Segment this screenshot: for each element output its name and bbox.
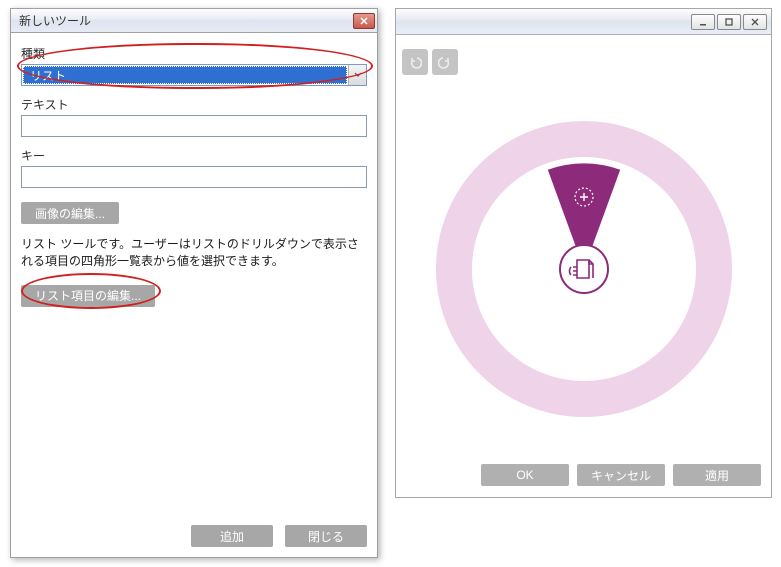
redo-icon (438, 55, 452, 69)
maximize-button[interactable] (717, 14, 741, 30)
dialog-close-button[interactable] (353, 13, 375, 29)
type-select-arrow[interactable] (348, 65, 366, 85)
tool-description: リスト ツールです。ユーザーはリストのドリルダウンで表示される項目の四角形一覧表… (21, 236, 367, 271)
preview-toolbar (402, 49, 458, 75)
chevron-down-icon (354, 72, 362, 78)
edit-image-button[interactable]: 画像の編集... (21, 202, 119, 224)
new-tool-dialog: 新しいツール 種類 リスト テキスト キー 画像の編集... リスト ツールです… (10, 8, 378, 558)
edit-list-items-button[interactable]: リスト項目の編集... (21, 285, 155, 307)
dialog-title: 新しいツール (19, 12, 353, 29)
cancel-button[interactable]: キャンセル (577, 464, 665, 486)
dialog-body: 種類 リスト テキスト キー 画像の編集... リスト ツールです。ユーザーはリ… (11, 33, 377, 517)
dialog-footer: 追加 閉じる (11, 517, 377, 557)
type-label: 種類 (21, 45, 367, 62)
redo-button[interactable] (432, 49, 458, 75)
add-button[interactable]: 追加 (191, 525, 273, 547)
undo-button[interactable] (402, 49, 428, 75)
preview-titlebar (396, 9, 771, 35)
maximize-icon (724, 17, 734, 27)
close-button[interactable]: 閉じる (285, 525, 367, 547)
minimize-icon (698, 17, 708, 27)
window-close-button[interactable] (743, 14, 767, 30)
type-select[interactable]: リスト (21, 64, 367, 86)
close-icon (360, 17, 368, 25)
minimize-button[interactable] (691, 14, 715, 30)
key-label: キー (21, 147, 367, 164)
text-input[interactable] (21, 115, 367, 137)
preview-window: OK キャンセル 適用 (395, 8, 772, 498)
preview-body (396, 35, 771, 453)
ok-button[interactable]: OK (481, 464, 569, 486)
radial-center-button[interactable] (560, 245, 608, 293)
dialog-titlebar: 新しいツール (11, 9, 377, 33)
key-input[interactable] (21, 166, 367, 188)
undo-icon (408, 55, 422, 69)
type-select-value: リスト (23, 66, 347, 84)
radial-menu-preview (434, 119, 734, 419)
close-icon (750, 17, 760, 27)
preview-footer: OK キャンセル 適用 (396, 453, 771, 497)
apply-button[interactable]: 適用 (673, 464, 761, 486)
text-label: テキスト (21, 96, 367, 113)
